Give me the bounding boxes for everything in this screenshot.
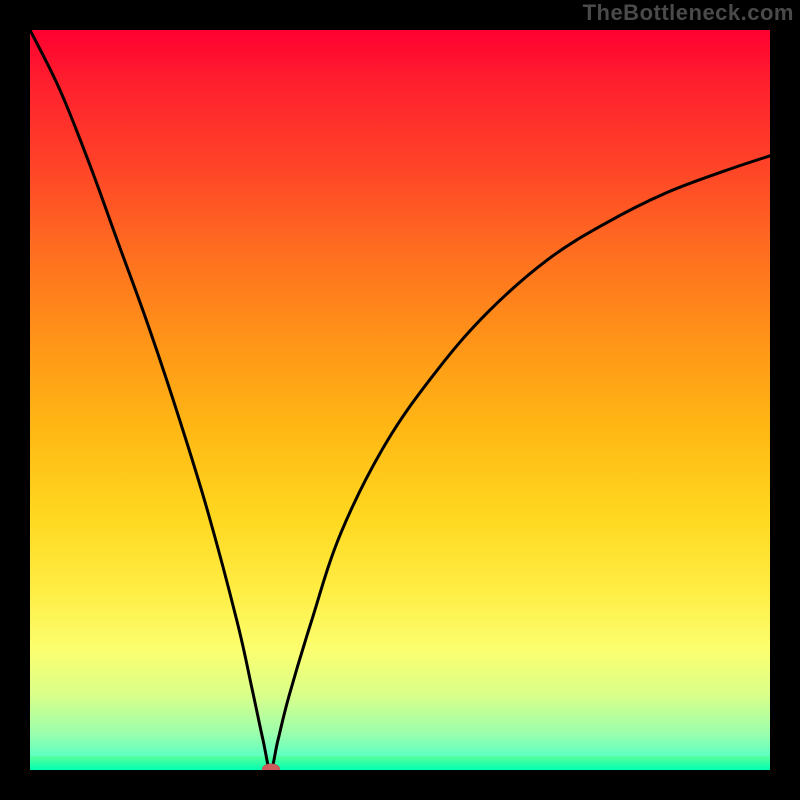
optimum-marker — [262, 763, 280, 770]
chart-frame: TheBottleneck.com — [0, 0, 800, 800]
plot-area — [30, 30, 770, 770]
bottleneck-curve — [30, 30, 770, 770]
watermark-text: TheBottleneck.com — [583, 0, 794, 26]
